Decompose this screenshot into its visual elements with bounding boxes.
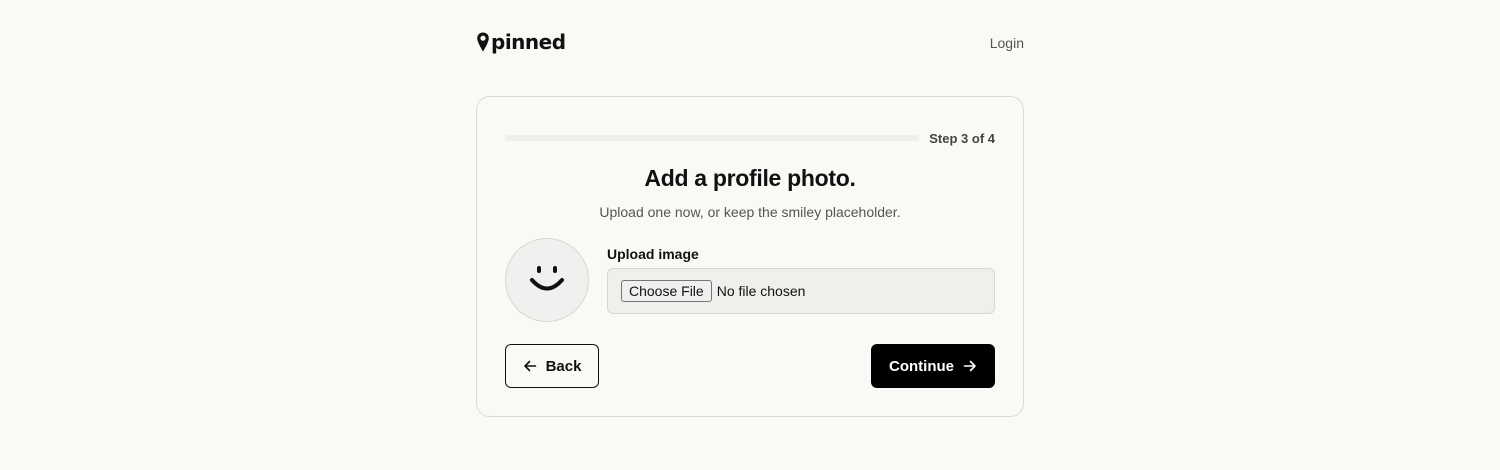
progress-bar (505, 135, 919, 141)
login-link[interactable]: Login (990, 33, 1024, 51)
continue-button-label: Continue (889, 357, 954, 375)
file-status-text: No file chosen (716, 283, 806, 299)
onboarding-page: pinned Login Step 3 of 4 Add a profile p… (0, 0, 1500, 470)
arrow-right-icon (963, 359, 977, 373)
top-bar: pinned Login (476, 28, 1024, 56)
progress-fill (505, 135, 816, 141)
page-subtitle: Upload one now, or keep the smiley place… (599, 204, 901, 220)
smiley-face-icon (527, 263, 567, 297)
page-title: Add a profile photo. (644, 165, 856, 191)
progress-row: Step 3 of 4 (505, 129, 995, 147)
continue-button[interactable]: Continue (871, 344, 995, 388)
logo[interactable]: pinned (476, 28, 566, 56)
avatar-placeholder (505, 238, 589, 322)
step-indicator: Step 3 of 4 (929, 130, 995, 146)
arrow-left-icon (523, 359, 537, 373)
onboarding-card: Step 3 of 4 Add a profile photo. Upload … (476, 96, 1024, 417)
back-button[interactable]: Back (505, 344, 599, 388)
logo-text: pinned (491, 30, 566, 54)
file-upload-field[interactable]: Choose File No file chosen (607, 268, 995, 314)
back-button-label: Back (545, 357, 582, 375)
map-pin-icon (476, 31, 490, 53)
choose-file-button[interactable]: Choose File (621, 280, 712, 302)
upload-image-label: Upload image (607, 246, 699, 262)
